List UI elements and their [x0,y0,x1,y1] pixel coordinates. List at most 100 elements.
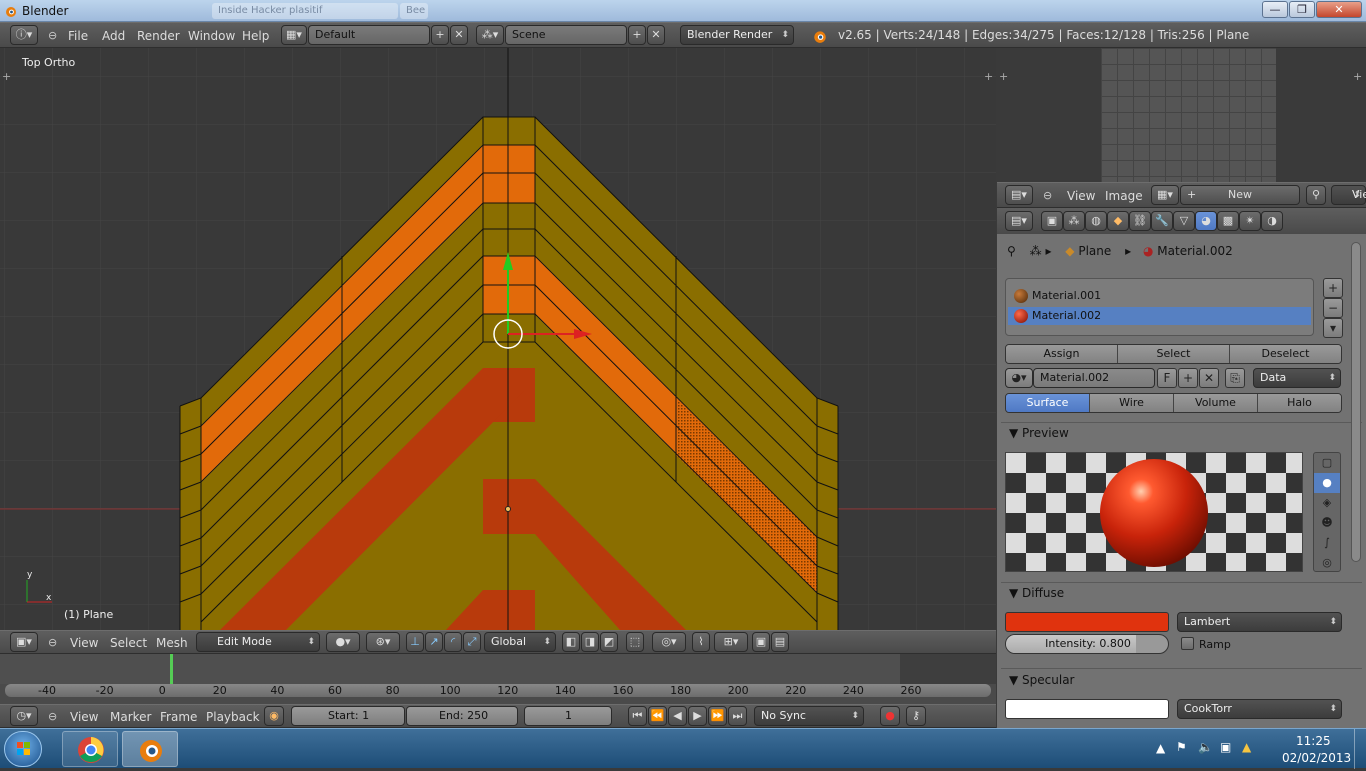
pin-icon[interactable]: ⚲ [1007,244,1016,258]
preview-monkey-icon[interactable]: ☻ [1314,513,1340,533]
layout-browse-icon[interactable]: ▦▾ [281,25,307,45]
menu-help[interactable]: Help [242,29,269,43]
link-dropdown[interactable]: Data [1253,368,1341,388]
slot-specials-icon[interactable]: ▾ [1323,318,1343,338]
menu-image[interactable]: Image [1105,189,1143,203]
clock-time[interactable]: 11:25 [1296,734,1331,748]
next-keyframe-icon[interactable]: ⏩ [708,706,727,726]
physics-tab-icon[interactable]: ◑ [1261,211,1283,231]
add-layout-icon[interactable]: + [431,25,449,45]
pin-icon[interactable]: ⚲ [1306,185,1326,205]
breadcrumb-material[interactable]: Material.002 [1157,244,1232,258]
particles-tab-icon[interactable]: ✴ [1239,211,1261,231]
pivot-dropdown-icon[interactable]: ⊛▾ [366,632,400,652]
use-preview-range-icon[interactable]: ◉ [264,706,284,726]
scene-browse-icon[interactable]: ⁂▾ [476,25,504,45]
scene-tab-icon[interactable]: ⁂ [1063,211,1085,231]
edge-select-icon[interactable]: ◨ [581,632,599,652]
view-mode-dropdown[interactable]: Vie [1331,185,1366,205]
3d-viewport[interactable]: y x Top Ortho (1) Plane + + [0,48,996,630]
menu-view[interactable]: View [70,636,98,650]
tab-wire[interactable]: Wire [1090,394,1174,412]
vertex-select-icon[interactable]: ◧ [562,632,580,652]
specular-panel-title[interactable]: ▼ Specular [1009,673,1075,687]
material-slot-list[interactable]: Material.001 Material.002 [1005,278,1314,336]
current-frame-field[interactable]: 1 [524,706,612,726]
menu-playback[interactable]: Playback [206,710,260,724]
keying-set-icon[interactable]: ⚷ [906,706,926,726]
new-image-button[interactable]: + New [1180,185,1300,205]
record-icon[interactable]: ● [880,706,900,726]
tab-surface[interactable]: Surface [1006,394,1090,412]
render-animation-icon[interactable]: ▤ [771,632,789,652]
node-material-icon[interactable]: ⎘ [1225,368,1245,388]
add-scene-icon[interactable]: + [628,25,646,45]
preview-panel-title[interactable]: ▼ Preview [1009,426,1069,440]
collapse-icon[interactable]: ⊖ [48,636,57,649]
ramp-checkbox[interactable] [1181,637,1194,650]
preview-hair-icon[interactable]: ∫ [1314,533,1340,553]
shading-dropdown-icon[interactable]: ●▾ [326,632,360,652]
list-item-selected[interactable]: Material.002 [1008,307,1311,325]
diffuse-panel-title[interactable]: ▼ Diffuse [1009,586,1064,600]
region-plus-icon[interactable]: + [984,70,993,83]
specular-color-swatch[interactable] [1005,699,1169,719]
collapse-icon[interactable]: ⊖ [48,29,57,42]
collapse-icon[interactable]: ⊖ [48,710,57,723]
menu-view[interactable]: View [70,710,98,724]
editor-type-image-icon[interactable]: ▤▾ [1005,185,1033,205]
jump-end-icon[interactable]: ⏭ [728,706,747,726]
timeline-ruler[interactable]: -40 -20 0 20 40 60 80 100 120 140 160 180 200 220 240 2… [5,684,991,697]
menu-render[interactable]: Render [137,29,180,43]
editor-type-info-icon[interactable]: ⓘ▾ [10,25,38,45]
menu-add[interactable]: Add [102,29,125,43]
tab-volume[interactable]: Volume [1174,394,1258,412]
collapse-icon[interactable]: ⊖ [1043,189,1052,202]
timeline-area[interactable] [0,654,996,684]
minimize-button[interactable]: — [1262,1,1288,18]
menu-window[interactable]: Window [188,29,235,43]
network-icon[interactable]: ▣ [1220,740,1231,754]
world-tab-icon[interactable]: ◍ [1085,211,1107,231]
material-name-field[interactable]: Material.002 [1033,368,1155,388]
volume-icon[interactable]: 🔈 [1198,740,1213,754]
deselect-button[interactable]: Deselect [1230,345,1341,363]
menu-marker[interactable]: Marker [110,710,151,724]
specular-shader-dropdown[interactable]: CookTorr [1177,699,1342,719]
region-plus-icon[interactable]: + [2,70,11,83]
translate-icon[interactable]: ↗ [425,632,443,652]
close-window-button[interactable]: ✕ [1316,1,1362,18]
image-editor-area[interactable]: + + [997,48,1366,182]
current-frame-marker[interactable] [170,654,173,684]
diffuse-color-swatch[interactable] [1005,612,1169,632]
select-button[interactable]: Select [1118,345,1230,363]
menu-view[interactable]: View [1067,189,1095,203]
menu-select[interactable]: Select [110,636,147,650]
snap-icon[interactable]: ⌇ [692,632,710,652]
remove-scene-icon[interactable]: ✕ [647,25,665,45]
image-browse-icon[interactable]: ▦▾ [1151,185,1179,205]
scale-icon[interactable]: ⤢ [463,632,481,652]
occlude-geometry-icon[interactable]: ⬚ [626,632,644,652]
blender-taskbar-button[interactable] [122,731,178,767]
menu-mesh[interactable]: Mesh [156,636,188,650]
diffuse-shader-dropdown[interactable]: Lambert [1177,612,1342,632]
add-material-icon[interactable]: + [1178,368,1198,388]
remove-slot-icon[interactable]: − [1323,298,1343,318]
properties-editor[interactable]: ▤▾ ▣ ⁂ ◍ ◆ ⛓ 🔧 ▽ ◕ ▩ ✴ ◑ ⚲ ⁂ ▸ ◆ Plane ▸… [997,208,1366,728]
clock-date[interactable]: 02/02/2013 [1282,751,1351,765]
unlink-material-icon[interactable]: ✕ [1199,368,1219,388]
end-frame-field[interactable]: End: 250 [406,706,518,726]
timeline[interactable]: -40 -20 0 20 40 60 80 100 120 140 160 180 200 220 240 2… [0,654,996,706]
start-button[interactable] [4,731,42,767]
face-select-icon[interactable]: ◩ [600,632,618,652]
play-icon[interactable]: ▶ [688,706,707,726]
intensity-slider[interactable]: Intensity: 0.800 [1005,634,1169,654]
viewport-canvas[interactable]: y x [0,48,996,630]
rotate-icon[interactable]: ◜ [444,632,462,652]
action-center-flag-icon[interactable]: ⚑ [1176,740,1187,754]
texture-tab-icon[interactable]: ▩ [1217,211,1239,231]
chrome-taskbar-button[interactable] [62,731,118,767]
layout-name-field[interactable]: Default [308,25,430,45]
render-still-icon[interactable]: ▣ [752,632,770,652]
